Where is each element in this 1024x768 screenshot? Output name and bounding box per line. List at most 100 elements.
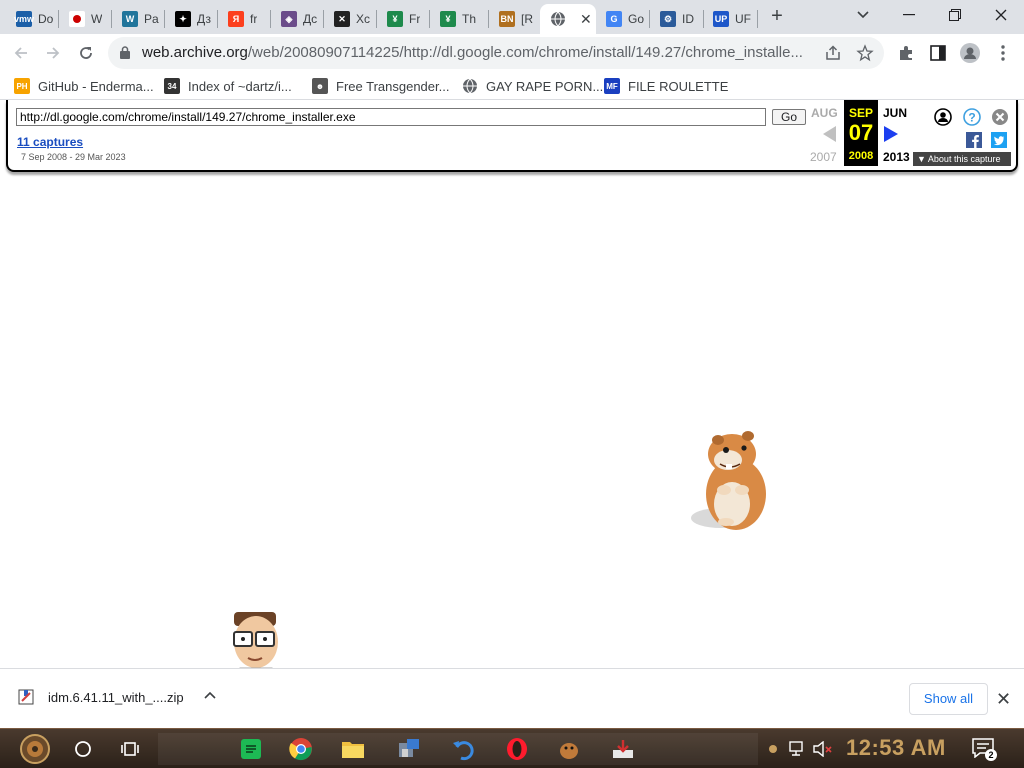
taskbar-app-explorer[interactable] bbox=[336, 733, 370, 765]
url-host: web.archive.org bbox=[142, 44, 248, 61]
tools-app-icon bbox=[399, 739, 419, 757]
restore-button[interactable] bbox=[932, 0, 978, 30]
folder-icon bbox=[342, 742, 364, 758]
bookmark-item[interactable]: PH GitHub - Enderma... bbox=[14, 77, 154, 95]
opera-icon bbox=[507, 738, 527, 760]
twitter-icon[interactable] bbox=[991, 132, 1007, 148]
chevron-up-icon[interactable] bbox=[204, 691, 216, 699]
tab-1[interactable]: W bbox=[59, 4, 111, 34]
next-month-label[interactable]: JUN bbox=[883, 106, 907, 120]
about-caret-icon: ▼ bbox=[917, 154, 928, 164]
close-tab-icon[interactable]: ✕ bbox=[580, 11, 592, 28]
minimize-button[interactable] bbox=[886, 0, 932, 30]
task-view-icon bbox=[121, 742, 139, 756]
download-item[interactable]: idm.6.41.11_with_....zip bbox=[18, 689, 184, 705]
next-year-label[interactable]: 2013 bbox=[883, 150, 910, 164]
taskbar-clock[interactable]: 12:53 AM bbox=[846, 735, 946, 761]
bookmark-star-icon[interactable] bbox=[856, 44, 874, 62]
tab-0[interactable]: vmw Do bbox=[6, 4, 58, 34]
side-panel-icon[interactable] bbox=[928, 43, 948, 63]
tab-title: Th bbox=[462, 12, 477, 26]
reload-button[interactable] bbox=[73, 40, 99, 66]
address-bar[interactable]: web.archive.org/web/20080907114225/http:… bbox=[108, 37, 884, 69]
bookmarks-bar: PH GitHub - Enderma... 34 Index of ~dartz/i… bbox=[0, 72, 1024, 100]
prev-capture-arrow-icon[interactable] bbox=[823, 126, 837, 142]
tab-2[interactable]: W Pa bbox=[112, 4, 164, 34]
facebook-icon[interactable] bbox=[966, 132, 982, 148]
uf-icon: UP bbox=[713, 11, 729, 27]
show-all-button[interactable]: Show all bbox=[909, 683, 988, 715]
wayback-url-input[interactable] bbox=[16, 108, 766, 126]
restore-icon bbox=[949, 9, 961, 21]
back-button[interactable] bbox=[8, 40, 34, 66]
download-tray-icon bbox=[613, 740, 633, 758]
bookmark-item[interactable]: 34 Index of ~dartz/i... bbox=[164, 77, 292, 95]
bookmark-item[interactable]: MF FILE ROULETTE bbox=[604, 77, 728, 95]
profile-avatar-icon[interactable] bbox=[960, 43, 980, 63]
tab-9[interactable]: BN [R bbox=[489, 4, 539, 34]
new-tab-button[interactable]: + bbox=[766, 6, 788, 28]
tab-5[interactable]: ◈ Дс bbox=[271, 4, 323, 34]
lock-icon bbox=[120, 46, 130, 59]
tab-12[interactable]: ⚙ ID bbox=[650, 4, 703, 34]
close-downloads-icon[interactable]: ✕ bbox=[996, 689, 1011, 710]
task-view-button[interactable] bbox=[114, 733, 148, 765]
tab-8[interactable]: ¥ Th bbox=[430, 4, 488, 34]
prev-year-label[interactable]: 2007 bbox=[810, 150, 837, 164]
tab-7[interactable]: ¥ Fr bbox=[377, 4, 429, 34]
taskbar-app-manager[interactable] bbox=[392, 733, 426, 765]
close-wayback-icon[interactable] bbox=[991, 108, 1009, 126]
bookmark-label: Index of ~dartz/i... bbox=[188, 78, 292, 94]
next-capture-arrow-icon[interactable] bbox=[884, 126, 898, 142]
tab-3[interactable]: ✦ Дз bbox=[165, 4, 217, 34]
tab-title: Do bbox=[38, 12, 54, 26]
tab-title: W bbox=[91, 12, 103, 26]
x-cross-icon: ✕ bbox=[334, 11, 350, 27]
taskbar-app-download[interactable] bbox=[606, 733, 640, 765]
hamster-mascot bbox=[691, 431, 766, 530]
taskbar-app-opera[interactable] bbox=[500, 733, 534, 765]
tab-6[interactable]: ✕ Xc bbox=[324, 4, 376, 34]
taskbar-app-hamster[interactable] bbox=[552, 733, 586, 765]
bookmark-item[interactable]: ☻ Free Transgender... bbox=[312, 77, 449, 95]
tab-13[interactable]: UP UF bbox=[703, 4, 757, 34]
start-button[interactable] bbox=[14, 733, 56, 765]
help-icon[interactable]: ? bbox=[963, 108, 981, 126]
network-icon[interactable] bbox=[788, 741, 806, 757]
volume-muted-icon[interactable] bbox=[812, 741, 832, 757]
share-icon[interactable] bbox=[824, 44, 842, 62]
taskbar-app-undo[interactable] bbox=[446, 733, 480, 765]
extensions-icon[interactable] bbox=[896, 43, 916, 63]
account-icon[interactable] bbox=[934, 108, 952, 126]
address-url[interactable]: web.archive.org/web/20080907114225/http:… bbox=[142, 44, 822, 61]
tab-search-button[interactable] bbox=[840, 0, 886, 30]
tab-title: fr bbox=[250, 12, 258, 26]
menu-icon[interactable] bbox=[993, 43, 1013, 63]
wayback-go-button[interactable]: Go bbox=[772, 109, 806, 125]
tab-title: Дс bbox=[303, 12, 318, 26]
notification-center-button[interactable]: 2 bbox=[972, 738, 997, 761]
search-button[interactable] bbox=[66, 733, 100, 765]
captures-link[interactable]: 11 captures bbox=[17, 135, 83, 149]
taskbar-app-spotify[interactable] bbox=[234, 733, 268, 765]
tab-11[interactable]: G Go bbox=[596, 4, 649, 34]
yt-green-icon: ¥ bbox=[440, 11, 456, 27]
forward-button[interactable] bbox=[40, 40, 66, 66]
cortana-circle-icon bbox=[75, 741, 91, 757]
tab-title: UF bbox=[735, 12, 751, 26]
tab-strip: vmw Do W W Pa ✦ Дз Яfr ◈ Дс ✕ Xc ¥ Fr ¥ Th BN [R ✕ G Go ⚙ ID UP… bbox=[0, 0, 1024, 34]
bn-icon: BN bbox=[499, 11, 515, 27]
bookmark-item[interactable]: GAY RAPE PORN... bbox=[462, 77, 603, 95]
tab-10[interactable]: ✕ bbox=[540, 4, 596, 34]
about-capture-button[interactable]: ▼ About this capture bbox=[913, 152, 1011, 166]
show-hidden-icons-icon[interactable] bbox=[768, 743, 778, 755]
current-day-label: 07 bbox=[848, 120, 874, 145]
hamster-app-icon bbox=[560, 743, 578, 759]
dzen-icon: ✦ bbox=[175, 11, 191, 27]
taskbar-app-chrome[interactable] bbox=[284, 733, 318, 765]
tab-title: [R bbox=[521, 12, 533, 26]
tab-4[interactable]: Яfr bbox=[218, 4, 270, 34]
prev-month-label[interactable]: AUG bbox=[811, 106, 838, 120]
yt-green-icon: ¥ bbox=[387, 11, 403, 27]
close-window-button[interactable] bbox=[978, 0, 1024, 30]
